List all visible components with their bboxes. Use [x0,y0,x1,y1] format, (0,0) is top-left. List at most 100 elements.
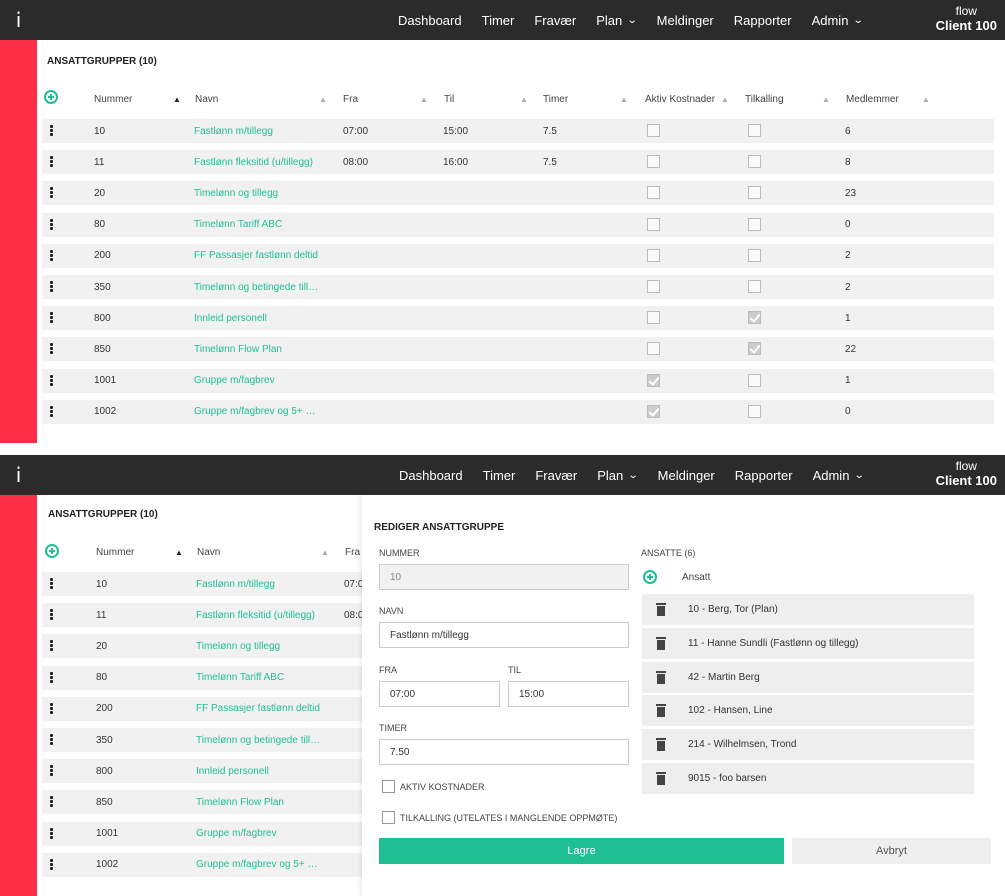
trash-icon[interactable] [656,772,666,785]
til-field[interactable]: 15:00 [508,681,629,707]
trash-icon[interactable] [656,636,666,650]
tilkalling-checkbox[interactable] [748,124,761,137]
add-group-icon[interactable] [45,544,59,558]
table-row[interactable]: 80 Timelønn Tariff ABC [42,665,362,690]
header-aktiv-kostnader[interactable]: Aktiv Kostnader [645,94,719,105]
cell-navn-link[interactable]: Timelønn og betingede till… [196,728,320,752]
aktiv-kostnader-checkbox[interactable] [647,342,660,356]
aktiv-kostnader-checkbox[interactable] [647,404,660,418]
cell-navn-link[interactable]: Timelønn Tariff ABC [196,666,284,690]
tilkalling-checkbox[interactable] [748,217,761,231]
table-row[interactable]: 11 Fastlønn fleksitid (u/tillegg) 08:00 16:… [42,150,994,175]
nav-timer[interactable]: Timer [472,0,525,40]
aktiv-kostnader-checkbox[interactable] [647,373,660,387]
cell-navn-link[interactable]: Timelønn og betingede till… [194,275,318,299]
nav-dashboard[interactable]: Dashboard [389,455,473,495]
table-row[interactable]: 1002 Gruppe m/fagbrev og 5+ … 0 [42,399,994,424]
table-row[interactable]: 1002 Gruppe m/fagbrev og 5+ … [42,852,362,877]
table-row[interactable]: 10 Fastlønn m/tillegg 07:0 [42,572,363,596]
nav-fravaer[interactable]: Fravær [525,455,587,495]
nav-plan[interactable]: Plan ⌄ [587,455,647,495]
row-menu-icon[interactable] [50,640,53,652]
cell-navn-link[interactable]: Timelønn og tillegg [196,634,280,658]
row-menu-icon[interactable] [50,827,53,840]
row-menu-icon[interactable] [50,671,53,684]
nav-meldinger[interactable]: Meldinger [648,455,725,495]
cell-navn-link[interactable]: Gruppe m/fagbrev [194,369,275,393]
tilkalling-checkbox[interactable] [748,311,761,325]
tilkalling-checkbox[interactable] [748,186,761,200]
tilkalling-checkbox[interactable] [748,404,761,418]
cell-navn-link[interactable]: Gruppe m/fagbrev [196,822,277,846]
table-row[interactable]: 11 Fastlønn fleksitid (u/tillegg) 08:0 [42,603,363,628]
sort-icon[interactable]: ▲ [321,548,329,557]
cell-navn-link[interactable]: Timelønn Tariff ABC [194,213,282,237]
nav-plan[interactable]: Plan ⌄ [586,0,646,40]
row-menu-icon[interactable] [50,609,53,621]
header-fra[interactable]: Fra [343,94,358,105]
sort-icon[interactable]: ▲ [822,95,830,104]
header-navn[interactable]: Navn [197,547,220,558]
sort-icon[interactable]: ▲ [319,95,327,104]
tilkalling-checkbox[interactable] [748,155,761,169]
table-row[interactable]: 800 Innleid personell [42,759,362,784]
nav-rapporter[interactable]: Rapporter [725,455,803,495]
row-menu-icon[interactable] [50,187,53,199]
row-menu-icon[interactable] [50,312,53,324]
app-logo[interactable]: i [0,0,37,40]
cell-navn-link[interactable]: Fastlønn fleksitid (u/tillegg) [196,603,315,627]
aktiv-kostnader-checkbox[interactable] [647,186,660,200]
trash-icon[interactable] [656,738,666,752]
trash-icon[interactable] [656,704,666,718]
row-menu-icon[interactable] [50,218,53,231]
cell-navn-link[interactable]: Fastlønn m/tillegg [196,572,275,596]
table-row[interactable]: 20 Timelønn og tillegg 23 [42,181,994,206]
cell-navn-link[interactable]: Timelønn Flow Plan [194,337,282,361]
cell-navn-link[interactable]: Timelønn Flow Plan [196,790,284,814]
cell-navn-link[interactable]: Timelønn og tillegg [194,181,278,205]
row-menu-icon[interactable] [50,796,53,808]
nav-meldinger[interactable]: Meldinger [647,0,724,40]
row-menu-icon[interactable] [50,578,53,590]
nav-admin[interactable]: Admin ⌄ [802,0,873,40]
fra-field[interactable]: 07:00 [379,681,500,707]
trash-icon[interactable] [656,670,666,684]
cell-navn-link[interactable]: Fastlønn fleksitid (u/tillegg) [194,150,313,174]
header-til[interactable]: Til [444,94,454,105]
save-button[interactable]: Lagre [379,838,784,864]
cell-navn-link[interactable]: Gruppe m/fagbrev og 5+ … [194,400,315,424]
client-selector[interactable]: flow Client 100 [936,460,997,489]
sort-icon[interactable]: ▲ [922,95,930,104]
cell-navn-link[interactable]: Fastlønn m/tillegg [194,119,273,143]
sort-icon[interactable]: ▲ [420,95,428,104]
tilkalling-checkbox[interactable] [748,280,761,293]
table-row[interactable]: 80 Timelønn Tariff ABC 0 [42,212,994,237]
tilkalling-checkbox[interactable] [748,342,761,356]
sort-asc-icon[interactable]: ▲ [173,95,181,104]
table-row[interactable]: 20 Timelønn og tillegg [42,634,362,659]
row-menu-icon[interactable] [50,374,53,387]
cancel-button[interactable]: Avbryt [792,838,991,864]
cell-navn-link[interactable]: Innleid personell [194,306,267,330]
aktiv-kostnader-checkbox[interactable] [647,248,660,262]
add-employee-icon[interactable] [643,570,657,584]
sort-icon[interactable]: ▲ [721,95,729,104]
nav-rapporter[interactable]: Rapporter [724,0,802,40]
row-menu-icon[interactable] [50,858,53,871]
sort-asc-icon[interactable]: ▲ [175,548,183,557]
table-row[interactable]: 200 FF Passasjer fastlønn deltid 2 [42,243,994,268]
row-menu-icon[interactable] [50,765,53,777]
client-selector[interactable]: flow Client 100 [936,5,997,34]
timer-field[interactable]: 7.50 [379,739,629,765]
aktiv-kostnader-checkbox[interactable] [647,155,660,169]
row-menu-icon[interactable] [50,156,53,168]
header-nummer[interactable]: Nummer [94,94,132,105]
row-menu-icon[interactable] [50,405,53,418]
row-menu-icon[interactable] [50,734,53,746]
tilkalling-checkbox[interactable] [382,811,395,824]
header-fra[interactable]: Fra [345,547,360,558]
navn-field[interactable]: Fastlønn m/tillegg [379,622,629,648]
nav-admin[interactable]: Admin ⌄ [803,455,874,495]
row-menu-icon[interactable] [50,125,53,137]
tilkalling-checkbox[interactable] [748,373,761,387]
